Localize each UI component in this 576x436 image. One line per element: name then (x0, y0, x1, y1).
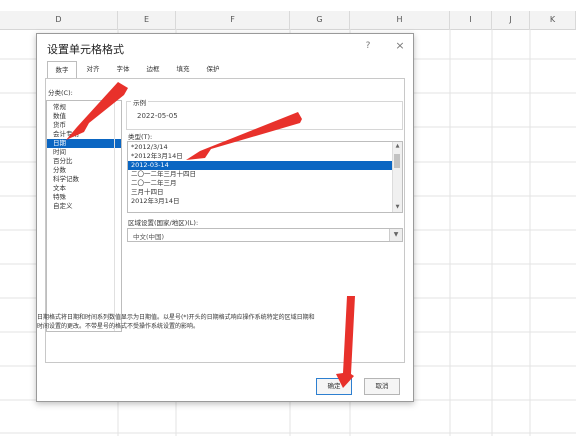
column-header-h[interactable]: H (350, 11, 450, 29)
column-header-k[interactable]: K (530, 11, 576, 29)
type-item[interactable]: 2012年3月14日 (128, 197, 402, 206)
scroll-down-icon[interactable]: ▼ (393, 203, 402, 212)
category-item[interactable]: 特殊 (47, 193, 121, 202)
column-header-e[interactable]: E (118, 11, 176, 29)
column-header-bar: D E F G H I J K (0, 11, 576, 30)
category-item[interactable]: 百分比 (47, 157, 121, 166)
description-line-1: 日期格式将日期和时间系列数值显示为日期值。以星号(*)开头的日期格式响应操作系统… (37, 314, 315, 321)
scroll-thumb[interactable] (394, 154, 400, 168)
type-item[interactable]: 三月十四日 (128, 188, 402, 197)
type-list[interactable]: *2012/3/14 *2012年3月14日 2012-03-14 二〇一二年三… (127, 141, 403, 213)
category-item[interactable]: 自定义 (47, 202, 121, 211)
close-icon[interactable]: × (392, 38, 408, 54)
cancel-button[interactable]: 取消 (364, 378, 400, 395)
type-item[interactable]: 二〇一二年三月 (128, 179, 402, 188)
locale-value: 中文(中国) (133, 233, 165, 241)
sample-value: 2022-05-05 (137, 112, 178, 120)
scroll-up-icon[interactable]: ▲ (393, 142, 402, 151)
format-cells-dialog: 设置单元格格式 ? × 数字 对齐 字体 边框 填充 保护 分类(C): 常规 … (36, 33, 414, 402)
type-item[interactable]: 二〇一二年三月十四日 (128, 170, 402, 179)
description-line-2: 时间设置的更改。不带星号的格式不受操作系统设置的影响。 (37, 323, 200, 330)
category-item[interactable]: 文本 (47, 184, 121, 193)
locale-select[interactable]: 中文(中国) ▼ (127, 228, 403, 242)
category-item[interactable]: 货币 (47, 121, 121, 130)
help-icon[interactable]: ? (360, 38, 376, 54)
type-label: 类型(T): (128, 133, 153, 141)
type-item[interactable]: *2012年3月14日 (128, 152, 402, 161)
column-header-g[interactable]: G (290, 11, 350, 29)
category-scrollbar[interactable] (114, 101, 121, 331)
tab-alignment[interactable]: 对齐 (79, 61, 107, 78)
tab-number[interactable]: 数字 (47, 61, 77, 78)
category-item[interactable]: 科学记数 (47, 175, 121, 184)
category-item-selected[interactable]: 日期 (47, 139, 121, 148)
type-item-selected[interactable]: 2012-03-14 (128, 161, 402, 170)
format-description: 日期格式将日期和时间系列数值显示为日期值。以星号(*)开头的日期格式响应操作系统… (37, 313, 409, 331)
category-item[interactable]: 会计专用 (47, 130, 121, 139)
type-item[interactable]: *2012/3/14 (128, 143, 402, 152)
column-header-d[interactable]: D (0, 11, 118, 29)
category-list[interactable]: 常规 数值 货币 会计专用 日期 时间 百分比 分数 科学记数 文本 特殊 自定… (46, 100, 122, 332)
sample-label: 示例 (131, 97, 148, 107)
category-label: 分类(C): (48, 89, 73, 97)
tab-font[interactable]: 字体 (109, 61, 137, 78)
category-item[interactable]: 分数 (47, 166, 121, 175)
ok-button[interactable]: 确定 (316, 378, 352, 395)
tab-fill[interactable]: 填充 (169, 61, 197, 78)
sample-box: 示例 2022-05-05 (126, 97, 403, 130)
category-item[interactable]: 常规 (47, 103, 121, 112)
tab-protection[interactable]: 保护 (199, 61, 227, 78)
column-header-f[interactable]: F (176, 11, 290, 29)
category-item[interactable]: 数值 (47, 112, 121, 121)
column-header-i[interactable]: I (450, 11, 492, 29)
category-item[interactable]: 时间 (47, 148, 121, 157)
column-header-j[interactable]: J (492, 11, 530, 29)
dialog-title: 设置单元格格式 (47, 43, 124, 56)
type-list-scrollbar[interactable]: ▲ ▼ (392, 142, 402, 212)
chevron-down-icon[interactable]: ▼ (389, 229, 402, 241)
tab-border[interactable]: 边框 (139, 61, 167, 78)
locale-label: 区域设置(国家/地区)(L): (128, 219, 199, 227)
